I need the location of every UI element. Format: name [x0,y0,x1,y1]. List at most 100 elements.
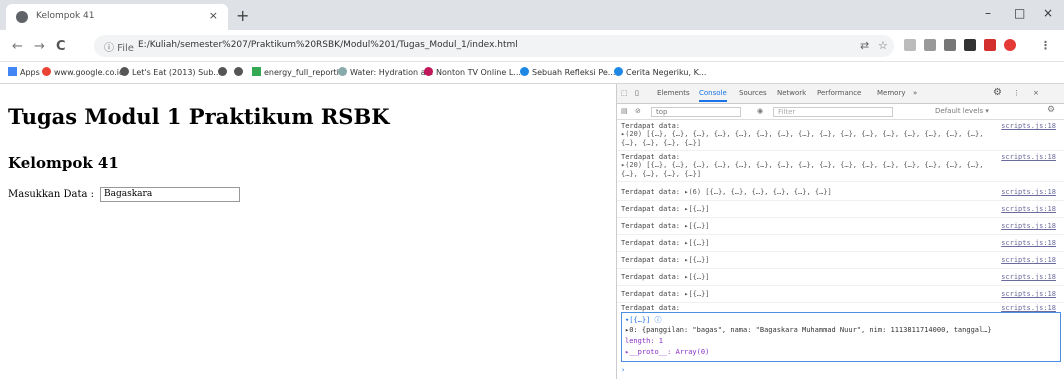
tab-sources[interactable]: Sources [739,89,767,97]
page-title: Tugas Modul 1 Praktikum RSBK [8,104,390,129]
translate-icon[interactable]: ⇄ [860,39,869,52]
console-log: Terdapat data: ▸[{…}] [621,239,710,247]
tab-title: Kelompok 41 [36,11,95,21]
settings-gear-icon[interactable]: ⚙ [993,87,1002,98]
new-tab-button[interactable]: + [236,6,249,25]
bookmark-star-icon[interactable]: ☆ [878,39,888,52]
address-bar[interactable]: ⓘ File E:/Kuliah/semester%207/Praktikum%… [94,35,894,57]
tab-memory[interactable]: Memory [877,89,905,97]
console-array[interactable]: ▸(20) [{…}, {…}, {…}, {…}, {…}, {…}, {…}… [621,130,991,148]
browser-tab[interactable]: Kelompok 41 × [6,4,228,30]
minimize-button[interactable]: – [985,6,991,20]
extension-icon[interactable] [984,39,996,51]
console-array[interactable]: ▸[{…}] [684,256,709,264]
console-log: Terdapat data: ▸[{…}] [621,205,710,213]
console-source-link[interactable]: scripts.js:18 [1001,304,1056,312]
devtools-tabbar: ⬚ ▯ Elements Console Sources Network Per… [617,84,1064,104]
bookmark-item[interactable]: energy_full_reporti... [252,67,347,77]
extension-icon[interactable] [944,39,956,51]
tab-more[interactable]: » [913,89,917,97]
tab-performance[interactable]: Performance [817,89,861,97]
clear-console-icon[interactable]: ⊘ [635,107,641,115]
bookmark-item[interactable]: Sebuah Refleksi Pe... [520,67,615,77]
eye-icon[interactable]: ◉ [757,107,763,115]
devtools-panel: ⬚ ▯ Elements Console Sources Network Per… [616,84,1064,379]
chart-icon [252,67,261,76]
console-array[interactable]: ▸[{…}] [684,273,709,281]
tab-close-button[interactable]: × [209,9,218,22]
bookmark-item[interactable] [218,67,230,77]
console-log: Terdapat data: ▸[{…}] [621,256,710,264]
expanded-object[interactable]: ▾[{…}] ⓘ ▸0: {panggilan: "bagas", nama: … [621,312,1061,362]
page-subtitle: Kelompok 41 [8,154,119,172]
extension-icon[interactable] [964,39,976,51]
console-array[interactable]: ▸[{…}] [684,290,709,298]
console-array[interactable]: ▸[{…}] [684,205,709,213]
site-info-icon[interactable]: ⓘ File [104,39,134,54]
back-button[interactable]: ← [12,39,23,54]
device-toggle-icon[interactable]: ▯ [635,89,639,97]
bookmarks-bar: Apps www.google.co.id Let's Eat (2013) S… [0,62,1064,84]
page-content: Tugas Modul 1 Praktikum RSBK Kelompok 41… [0,84,614,379]
console-divider [617,251,1064,252]
bookmark-item[interactable]: www.google.co.id [42,67,124,77]
console-source-link[interactable]: scripts.js:18 [1001,122,1056,130]
bookmark-item[interactable] [234,67,246,77]
bookmark-item[interactable]: Water: Hydration a... [338,67,433,77]
log-levels-dropdown[interactable]: Default levels ▾ [935,107,989,115]
extension-icon[interactable] [904,39,916,51]
console-source-link[interactable]: scripts.js:18 [1001,256,1056,264]
console-source-link[interactable]: scripts.js:18 [1001,222,1056,230]
globe-icon [16,11,28,23]
devtools-menu-icon[interactable]: ⋮ [1013,89,1020,97]
console-divider [617,285,1064,286]
console-source-link[interactable]: scripts.js:18 [1001,205,1056,213]
tab-console[interactable]: Console [699,89,727,102]
menu-kebab-icon[interactable]: ⋮ [1040,39,1051,52]
tab-network[interactable]: Network [777,89,806,97]
console-array[interactable]: ▸[{…}] [684,239,709,247]
tv-icon [424,67,433,76]
bookmark-item[interactable]: Let's Eat (2013) Sub... [120,67,221,77]
console-source-link[interactable]: scripts.js:18 [1001,273,1056,281]
console-prompt[interactable]: › [621,366,1001,375]
data-input[interactable]: Bagaskara [100,187,240,202]
console-array[interactable]: ▸(6) [{…}, {…}, {…}, {…}, {…}, {…}] [684,188,832,196]
proto-property[interactable]: ▸__proto__: Array(0) [625,348,709,356]
tab-strip: Kelompok 41 × + – □ × [0,0,1064,30]
bookmark-item[interactable]: Cerita Negeriku, K... [614,67,706,77]
console-filter-input[interactable]: Filter [773,107,893,117]
profile-avatar[interactable] [1004,39,1016,51]
context-selector[interactable]: top [651,107,741,117]
reload-button[interactable]: C [56,39,66,54]
url-text[interactable]: E:/Kuliah/semester%207/Praktikum%20RSBK/… [138,40,518,50]
maximize-button[interactable]: □ [1014,6,1025,20]
expanded-array-header[interactable]: ▾[{…}] ⓘ [625,315,662,325]
console-source-link[interactable]: scripts.js:18 [1001,188,1056,196]
console-divider [617,200,1064,201]
tab-elements[interactable]: Elements [657,89,690,97]
google-icon [42,67,51,76]
console-divider [617,302,1064,303]
blogger-icon [520,67,529,76]
console-source-link[interactable]: scripts.js:18 [1001,239,1056,247]
inspect-icon[interactable]: ⬚ [621,89,628,97]
console-source-link[interactable]: scripts.js:18 [1001,153,1056,161]
object-entry[interactable]: ▸0: {panggilan: "bagas", nama: "Bagaskar… [625,326,992,334]
console-divider [617,268,1064,269]
console-array[interactable]: ▸(20) [{…}, {…}, {…}, {…}, {…}, {…}, {…}… [621,161,991,179]
window-close-button[interactable]: × [1043,6,1053,20]
extension-icon[interactable] [924,39,936,51]
console-settings-icon[interactable]: ⚙ [1047,105,1055,115]
sidebar-toggle-icon[interactable]: ▤ [621,107,628,115]
length-property: length: 1 [625,337,663,345]
console-source-link[interactable]: scripts.js:18 [1001,290,1056,298]
bookmark-item[interactable]: Nonton TV Online L... [424,67,521,77]
console-array[interactable]: ▸[{…}] [684,222,709,230]
bookmark-apps[interactable]: Apps [8,67,40,77]
apps-grid-icon [8,67,17,76]
forward-button[interactable]: → [34,39,45,54]
console-log: Terdapat data: ▸(6) [{…}, {…}, {…}, {…},… [621,188,832,196]
site-icon [338,67,347,76]
devtools-close-icon[interactable]: × [1033,89,1039,97]
